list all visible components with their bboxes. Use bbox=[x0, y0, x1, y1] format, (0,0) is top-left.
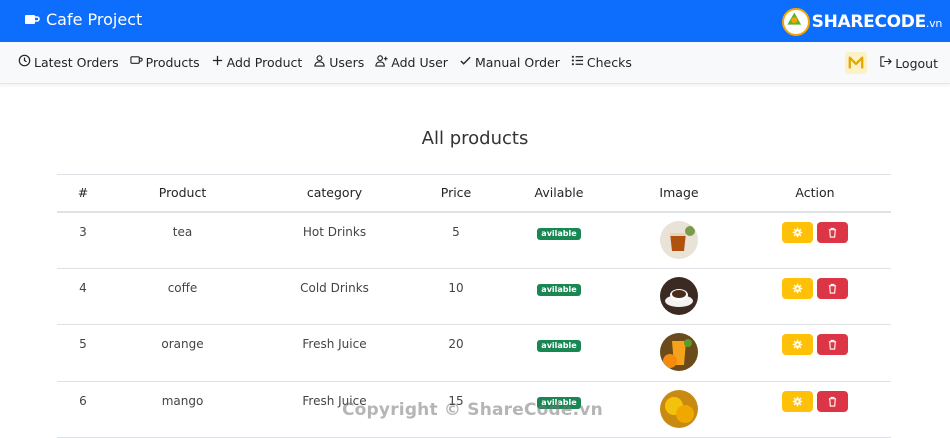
cell-product: coffe bbox=[109, 268, 256, 325]
trash-icon bbox=[828, 227, 837, 238]
nav-label: Checks bbox=[586, 54, 632, 70]
delete-button[interactable] bbox=[817, 334, 848, 355]
user-icon bbox=[313, 54, 326, 70]
logout-label: Logout bbox=[895, 55, 938, 71]
gear-icon bbox=[792, 227, 803, 237]
tea-photo bbox=[660, 220, 698, 259]
trash-icon bbox=[828, 283, 837, 294]
trash-icon bbox=[828, 339, 837, 350]
nav-item-users[interactable]: Users bbox=[313, 54, 364, 70]
cell-id: 4 bbox=[57, 268, 109, 325]
cell-id: 3 bbox=[57, 211, 109, 269]
avatar[interactable] bbox=[845, 52, 868, 74]
products-table: # Product category Price Avilable Image … bbox=[57, 174, 891, 438]
nav-label: Latest Orders bbox=[34, 54, 119, 70]
table-row: 3 tea Hot Drinks 5 avilable bbox=[57, 211, 891, 269]
top-bar: Cafe Project SHARECODE.vn bbox=[0, 0, 950, 42]
cell-product: tea bbox=[109, 211, 256, 269]
mango-photo bbox=[660, 389, 698, 428]
nav-label: Manual Order bbox=[474, 54, 560, 70]
cell-id: 5 bbox=[57, 324, 109, 382]
brand[interactable]: Cafe Project bbox=[24, 10, 142, 29]
logo-suffix: .vn bbox=[925, 17, 942, 30]
table-row: 4 coffe Cold Drinks 10 avilable bbox=[57, 268, 891, 325]
nav-label: Products bbox=[145, 54, 200, 70]
cell-price: 5 bbox=[413, 211, 499, 269]
list-icon bbox=[571, 54, 584, 70]
cell-id: 6 bbox=[57, 381, 109, 438]
coffee-cup-icon bbox=[24, 12, 40, 28]
plus-icon bbox=[211, 54, 224, 70]
trash-icon bbox=[828, 396, 837, 407]
nav-item-checks[interactable]: Checks bbox=[571, 54, 632, 70]
column-header: Price bbox=[413, 174, 499, 213]
table-header: # Product category Price Avilable Image … bbox=[57, 174, 891, 213]
column-header: # bbox=[57, 174, 109, 213]
sharecode-logo-icon bbox=[781, 8, 810, 36]
logo-text: SHARECODE bbox=[811, 12, 927, 32]
edit-button[interactable] bbox=[782, 221, 813, 243]
cell-product: orange bbox=[109, 324, 256, 382]
gear-icon bbox=[792, 283, 803, 293]
nav-label: Add Product bbox=[226, 54, 303, 70]
delete-button[interactable] bbox=[817, 390, 848, 412]
orange-juice-photo bbox=[660, 333, 698, 371]
edit-button[interactable] bbox=[782, 277, 813, 299]
nav-item-add-user[interactable]: Add User bbox=[375, 54, 448, 70]
column-header: category bbox=[256, 174, 413, 213]
nav-item-products[interactable]: Products bbox=[130, 54, 200, 70]
column-header: Product bbox=[109, 174, 256, 213]
column-header: Image bbox=[619, 174, 739, 213]
status-badge: avilable bbox=[537, 340, 581, 352]
clock-icon bbox=[18, 54, 31, 70]
delete-button[interactable] bbox=[817, 221, 848, 243]
cell-price: 20 bbox=[413, 324, 499, 382]
status-badge: avilable bbox=[537, 227, 581, 240]
delete-button[interactable] bbox=[817, 277, 848, 299]
page-title: All products bbox=[421, 128, 529, 149]
gear-icon bbox=[792, 339, 803, 350]
app-title: Cafe Project bbox=[46, 10, 143, 29]
nav-item-manual-order[interactable]: Manual Order bbox=[459, 54, 560, 70]
coffee-photo bbox=[660, 276, 698, 315]
edit-button[interactable] bbox=[782, 334, 813, 355]
gear-icon bbox=[792, 396, 803, 406]
cell-price: 10 bbox=[413, 268, 499, 325]
user-plus-icon bbox=[375, 54, 388, 70]
nav-bar: Latest Orders Products Add Product Users… bbox=[0, 42, 950, 84]
table-row: 5 orange Fresh Juice 20 avilable bbox=[57, 324, 891, 382]
edit-button[interactable] bbox=[782, 390, 813, 412]
sharecode-logo: SHARECODE.vn bbox=[781, 6, 942, 38]
check-icon bbox=[459, 54, 472, 70]
watermark: Copyright © ShareCode.vn bbox=[342, 400, 603, 420]
nav-label: Users bbox=[329, 54, 365, 70]
column-header: Action bbox=[739, 174, 891, 213]
logout-button[interactable]: Logout bbox=[879, 55, 938, 71]
logout-icon bbox=[879, 55, 893, 71]
nav-label: Add User bbox=[391, 54, 448, 70]
cup-icon bbox=[130, 54, 143, 70]
cell-category: Hot Drinks bbox=[256, 211, 413, 269]
column-header: Avilable bbox=[499, 174, 619, 213]
nav-item-latest-orders[interactable]: Latest Orders bbox=[18, 54, 119, 70]
m-logo-icon bbox=[848, 56, 864, 69]
cell-category: Fresh Juice bbox=[256, 324, 413, 382]
nav-item-add-product[interactable]: Add Product bbox=[211, 54, 303, 70]
status-badge: avilable bbox=[537, 283, 581, 296]
cell-category: Cold Drinks bbox=[256, 268, 413, 325]
cell-product: mango bbox=[109, 381, 256, 438]
